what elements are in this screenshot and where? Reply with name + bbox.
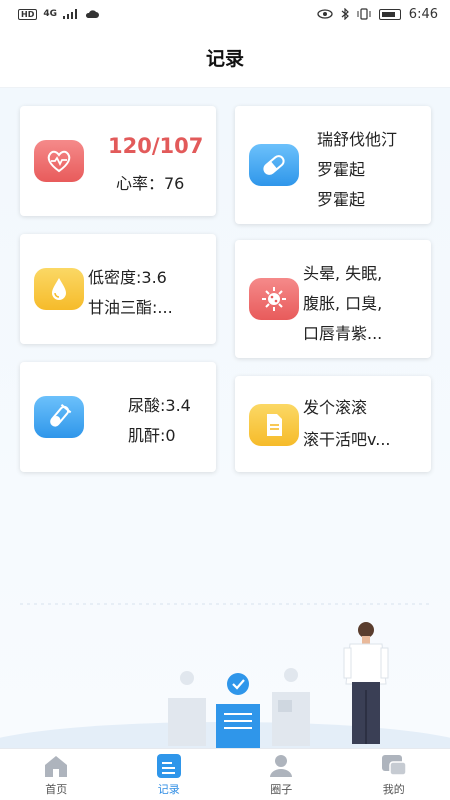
network-type: 4G: [43, 9, 57, 19]
lipids-line-1: 低密度:3.6: [88, 268, 167, 287]
droplet-icon: [34, 268, 84, 310]
tab-records[interactable]: 记录: [113, 749, 226, 800]
virus-icon: [249, 278, 299, 320]
lipids-card[interactable]: 低密度:3.6 甘油三酯:...: [20, 234, 216, 344]
status-right: 6:46: [317, 7, 438, 22]
symptoms-line-3: 口唇青紫...: [303, 324, 383, 343]
battery-icon: [378, 8, 401, 20]
symptoms-line-1: 头晕, 失眠,: [303, 264, 383, 283]
notes-line-1: 发个滚滚: [303, 398, 368, 417]
clock: 6:46: [408, 6, 438, 22]
tab-profile[interactable]: 我的: [338, 749, 450, 800]
tab-records-label: 记录: [157, 782, 180, 796]
tab-community[interactable]: 圈子: [225, 749, 338, 800]
kidney-card[interactable]: 尿酸:3.4 肌酐:0: [20, 362, 216, 472]
record-icon: [156, 753, 181, 778]
home-icon: [45, 755, 68, 777]
cloud-icon: [85, 10, 99, 18]
eye-icon: [317, 9, 333, 19]
signal-icon: [63, 9, 77, 19]
uric-acid-value: 尿酸:3.4: [128, 396, 191, 415]
page-title: 记录: [205, 48, 244, 70]
page-header: 记录: [0, 28, 450, 88]
tab-profile-label: 我的: [382, 782, 405, 796]
lipids-line-2: 甘油三酯:...: [88, 298, 173, 317]
blood-pressure-value: 120/107: [108, 134, 204, 158]
status-left: HD 4G: [18, 8, 99, 20]
pill-icon: [249, 144, 299, 186]
vibrate-icon: [357, 8, 371, 20]
status-bar: HD 4G 6:46: [0, 0, 450, 28]
medication-line-2: 罗霍起: [317, 160, 366, 179]
test-tube-icon: [34, 396, 84, 438]
blood-pressure-card[interactable]: 120/107 心率：76: [20, 106, 216, 216]
hd-indicator: HD: [18, 8, 38, 20]
profile-icon: [381, 754, 407, 776]
empty-state-illustration: [0, 603, 450, 748]
tab-home[interactable]: 首页: [0, 749, 113, 800]
heart-pulse-icon: [34, 140, 84, 182]
note-icon: [249, 404, 299, 446]
notes-card[interactable]: 发个滚滚 滚干活吧v...: [235, 376, 431, 472]
bluetooth-icon: [341, 8, 349, 20]
creatinine-value: 肌酐:0: [128, 426, 176, 445]
heart-rate-value: 心率：76: [116, 174, 185, 193]
community-icon: [270, 754, 293, 777]
tab-bar: 首页 记录 圈子 我的: [0, 748, 450, 800]
tab-home-label: 首页: [45, 782, 68, 796]
symptoms-card[interactable]: 头晕, 失眠, 腹胀, 口臭, 口唇青紫...: [235, 240, 431, 358]
symptoms-line-2: 腹胀, 口臭,: [303, 294, 383, 313]
medication-card[interactable]: 瑞舒伐他汀 罗霍起 罗霍起: [235, 106, 431, 224]
notes-line-2: 滚干活吧v...: [303, 430, 391, 449]
medication-line-3: 罗霍起: [317, 190, 366, 209]
medication-line-1: 瑞舒伐他汀: [317, 130, 398, 149]
tab-community-label: 圈子: [270, 782, 293, 796]
